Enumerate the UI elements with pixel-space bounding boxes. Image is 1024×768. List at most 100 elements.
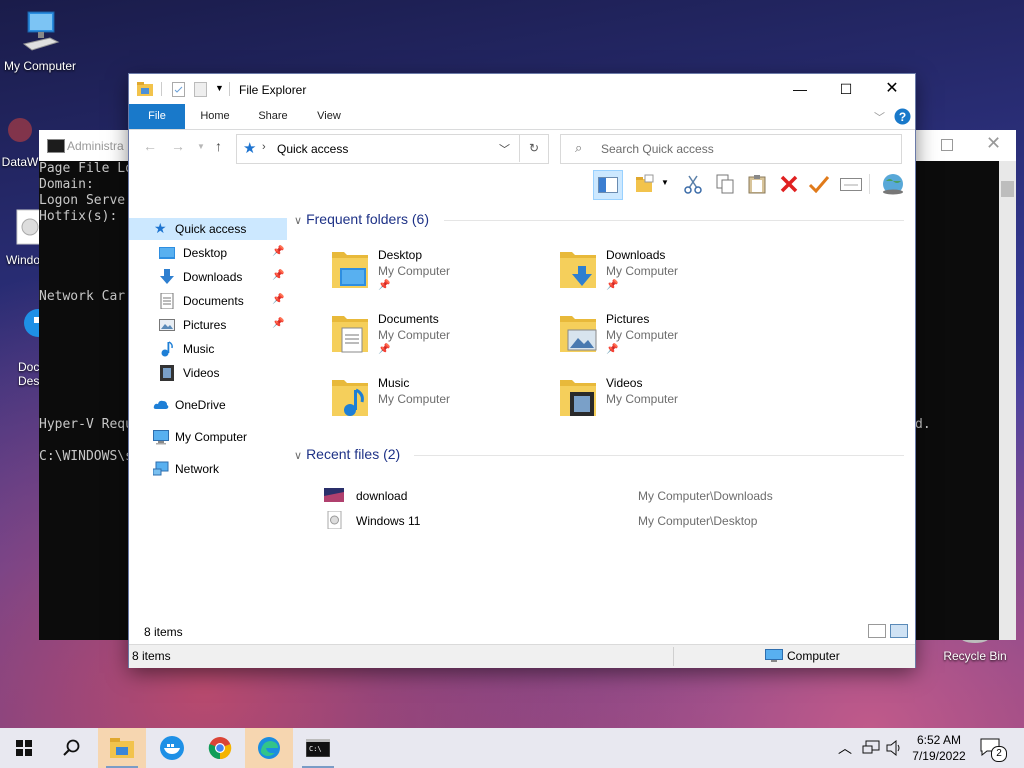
sidebar-item-label: Network (175, 462, 220, 476)
desktop-folder-icon (159, 247, 175, 259)
pin-icon[interactable]: 📌 (272, 318, 284, 329)
recent-file-row[interactable]: download My Computer\Downloads (322, 485, 882, 507)
copy-button[interactable] (711, 170, 739, 198)
minimize-button[interactable]: — (777, 74, 823, 104)
search-button[interactable] (48, 728, 96, 768)
sidebar-item-quick-access[interactable]: ★ Quick access (129, 218, 287, 240)
desktop-icon-my-computer[interactable]: My Computer (0, 10, 80, 73)
recent-locations-button[interactable]: ▼ (197, 142, 205, 151)
breadcrumb[interactable]: Quick access (277, 142, 348, 156)
search-box[interactable]: ⌕ (560, 134, 902, 164)
sidebar-item-onedrive[interactable]: OneDrive (129, 394, 287, 416)
delete-button[interactable] (775, 170, 803, 198)
folder-tile-downloads[interactable]: Downloads My Computer 📌 (558, 244, 778, 300)
new-item-button[interactable] (631, 170, 659, 198)
documents-icon (160, 293, 174, 309)
folder-tile-desktop[interactable]: Desktop My Computer 📌 (330, 244, 550, 300)
sidebar-item-pictures[interactable]: Pictures 📌 (129, 314, 287, 336)
scrollbar-thumb[interactable] (1001, 181, 1014, 197)
maximize-button[interactable]: ☐ (823, 74, 869, 104)
recent-file-row[interactable]: Windows 11 My Computer\Desktop (322, 510, 882, 532)
sidebar-item-videos[interactable]: Videos (129, 362, 287, 384)
rename-button[interactable] (805, 170, 833, 198)
sidebar-item-label: My Computer (175, 430, 248, 444)
status-bar: 8 items Computer (129, 644, 915, 668)
sidebar-item-documents[interactable]: Documents 📌 (129, 290, 287, 312)
folder-location: My Computer (378, 264, 451, 278)
start-button[interactable] (0, 728, 48, 768)
folder-location: My Computer (606, 264, 679, 278)
notification-center-button[interactable]: 2 (980, 738, 1007, 762)
volume-icon[interactable] (885, 740, 903, 756)
music-folder-icon (332, 380, 368, 416)
pin-icon[interactable]: 📌 (606, 344, 618, 355)
expand-ribbon-icon[interactable]: ﹀ (874, 109, 885, 125)
checkmark-icon (808, 176, 830, 193)
taskbar-command-prompt[interactable]: C:\ (294, 728, 342, 768)
back-button[interactable]: ← (143, 138, 157, 154)
properties-icon[interactable] (172, 82, 185, 97)
taskbar-edge[interactable] (245, 728, 293, 768)
maximize-icon[interactable] (941, 139, 953, 151)
close-button[interactable]: ✕ (869, 74, 915, 104)
tab-share[interactable]: Share (249, 104, 297, 129)
breadcrumb-chevron-icon[interactable]: › (262, 141, 266, 153)
large-icons-view-icon[interactable] (890, 624, 908, 638)
sidebar-item-label: Documents (183, 294, 244, 308)
quick-access-toolbar-dropdown[interactable]: ▼ (215, 83, 224, 93)
cut-button[interactable] (679, 170, 707, 198)
sidebar-item-music[interactable]: Music (129, 338, 287, 360)
taskbar-chrome[interactable] (196, 728, 244, 768)
search-input[interactable] (599, 141, 893, 157)
file-explorer-window[interactable]: ▼ File Explorer — ☐ ✕ File Home Share Vi… (129, 74, 915, 668)
taskbar-file-explorer[interactable] (98, 728, 146, 768)
edge-icon (258, 737, 280, 759)
network-icon[interactable] (862, 740, 880, 756)
console-scrollbar[interactable] (999, 161, 1016, 640)
frequent-folders-header[interactable]: ∨ Frequent folders (6) (294, 211, 429, 227)
sidebar-item-downloads[interactable]: Downloads 📌 (129, 266, 287, 288)
taskbar-docker[interactable] (148, 728, 196, 768)
folder-tile-music[interactable]: Music My Computer (330, 372, 550, 428)
folder-tile-pictures[interactable]: Pictures My Computer 📌 (558, 308, 778, 364)
refresh-button[interactable]: ↻ (519, 134, 549, 162)
file-path: My Computer\Downloads (638, 489, 773, 503)
properties-button[interactable] (837, 170, 865, 198)
address-dropdown-icon[interactable]: ﹀ (499, 141, 510, 157)
pin-icon[interactable]: 📌 (378, 344, 390, 355)
paste-button[interactable] (743, 170, 771, 198)
sidebar-item-network[interactable]: Network (129, 458, 287, 480)
tab-view[interactable]: View (305, 104, 353, 129)
sidebar-item-desktop[interactable]: Desktop 📌 (129, 242, 287, 264)
folder-name: Downloads (606, 248, 666, 262)
internet-options-button[interactable] (879, 170, 907, 198)
forward-button[interactable]: → (171, 138, 185, 154)
folder-tile-documents[interactable]: Documents My Computer 📌 (330, 308, 550, 364)
navigation-pane-button[interactable] (593, 170, 623, 200)
new-item-dropdown-icon[interactable]: ▼ (661, 178, 669, 187)
new-folder-icon[interactable] (194, 82, 207, 97)
show-hidden-icons-button[interactable]: ︿ (838, 738, 852, 758)
tab-file[interactable]: File (129, 104, 185, 129)
details-view-icon[interactable] (868, 624, 886, 638)
pin-icon[interactable]: 📌 (378, 280, 390, 291)
help-icon[interactable]: ? (894, 108, 911, 125)
title-bar[interactable]: ▼ File Explorer — ☐ ✕ (129, 74, 915, 104)
address-bar[interactable]: ★ › Quick access ﹀ (236, 134, 549, 164)
svg-text:C:\: C:\ (309, 745, 322, 753)
clock[interactable]: 6:52 AM 7/19/2022 (908, 732, 970, 764)
close-icon[interactable]: ✕ (986, 133, 1001, 154)
pin-icon[interactable]: 📌 (272, 270, 284, 281)
tab-home[interactable]: Home (191, 104, 239, 129)
pin-icon[interactable]: 📌 (272, 246, 284, 257)
onedrive-icon (153, 400, 169, 409)
sidebar-item-my-computer[interactable]: My Computer (129, 426, 287, 448)
star-icon: ★ (243, 140, 257, 157)
pin-icon[interactable]: 📌 (606, 280, 618, 291)
desktop-icon-label: Recycle Bin (943, 649, 1007, 663)
folder-name: Pictures (606, 312, 650, 326)
recent-files-header[interactable]: ∨ Recent files (2) (294, 446, 400, 462)
pin-icon[interactable]: 📌 (272, 294, 284, 305)
up-button[interactable]: ↑ (215, 138, 222, 154)
folder-tile-videos[interactable]: Videos My Computer (558, 372, 778, 428)
